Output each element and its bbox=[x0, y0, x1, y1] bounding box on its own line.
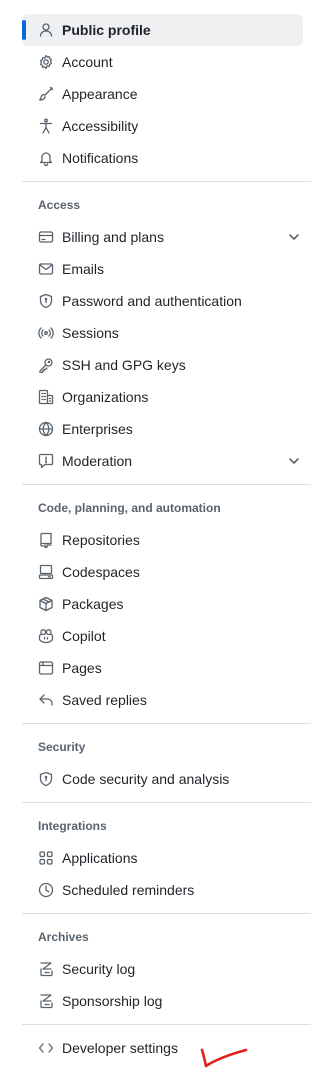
sidebar-item-accessibility[interactable]: Accessibility bbox=[22, 110, 311, 142]
browser-icon bbox=[38, 660, 54, 676]
package-icon bbox=[38, 596, 54, 612]
gear-icon bbox=[38, 54, 54, 70]
section-divider bbox=[22, 802, 311, 803]
section-divider bbox=[22, 1024, 311, 1025]
section-divider bbox=[22, 181, 311, 182]
sidebar-item-label: Saved replies bbox=[62, 692, 147, 708]
sidebar-item-sessions[interactable]: Sessions bbox=[22, 317, 311, 349]
accessibility-icon bbox=[38, 118, 54, 134]
person-icon bbox=[38, 22, 54, 38]
section-heading-integrations: Integrations bbox=[38, 819, 107, 833]
section-heading-code: Code, planning, and automation bbox=[38, 501, 221, 515]
sidebar-item-label: Developer settings bbox=[62, 1040, 178, 1056]
globe-icon bbox=[38, 421, 54, 437]
chevron-down-icon[interactable] bbox=[287, 454, 301, 468]
bell-icon bbox=[38, 150, 54, 166]
sidebar-item-organizations[interactable]: Organizations bbox=[22, 381, 311, 413]
sidebar-item-codespaces[interactable]: Codespaces bbox=[22, 556, 311, 588]
sidebar-item-label: Organizations bbox=[62, 389, 149, 405]
broadcast-icon bbox=[38, 325, 54, 341]
organization-icon bbox=[38, 389, 54, 405]
log-icon bbox=[38, 993, 54, 1009]
sidebar-item-repositories[interactable]: Repositories bbox=[22, 524, 311, 556]
sidebar-item-label: Enterprises bbox=[62, 421, 133, 437]
reply-icon bbox=[38, 692, 54, 708]
sidebar-item-label: Accessibility bbox=[62, 118, 139, 134]
sidebar-item-label: Pages bbox=[62, 660, 102, 676]
sidebar-item-emails[interactable]: Emails bbox=[22, 253, 311, 285]
sidebar-item-security-log[interactable]: Security log bbox=[22, 953, 311, 985]
section-divider bbox=[22, 723, 311, 724]
sidebar-item-password[interactable]: Password and authentication bbox=[22, 285, 311, 317]
sidebar-item-account[interactable]: Account bbox=[22, 46, 311, 78]
sidebar-item-moderation[interactable]: Moderation bbox=[22, 445, 311, 477]
section-heading-access: Access bbox=[38, 198, 81, 212]
section-heading-security: Security bbox=[38, 740, 86, 754]
code-icon bbox=[38, 1040, 54, 1056]
sidebar-item-label: Code security and analysis bbox=[62, 771, 230, 787]
sidebar-item-code-security[interactable]: Code security and analysis bbox=[22, 763, 311, 795]
sidebar-item-notifications[interactable]: Notifications bbox=[22, 142, 311, 174]
sidebar-item-ssh-gpg-keys[interactable]: SSH and GPG keys bbox=[22, 349, 311, 381]
sidebar-item-label: Applications bbox=[62, 850, 138, 866]
sidebar-item-label: Sponsorship log bbox=[62, 993, 163, 1009]
sidebar-item-label: Appearance bbox=[62, 86, 138, 102]
sidebar-item-enterprises[interactable]: Enterprises bbox=[22, 413, 311, 445]
repo-icon bbox=[38, 532, 54, 548]
copilot-icon bbox=[38, 628, 54, 644]
section-heading-archives: Archives bbox=[38, 930, 89, 944]
key-icon bbox=[38, 357, 54, 373]
sidebar-item-label: Security log bbox=[62, 961, 136, 977]
log-icon bbox=[38, 961, 54, 977]
paintbrush-icon bbox=[38, 86, 54, 102]
chevron-down-icon[interactable] bbox=[287, 230, 301, 244]
sidebar-item-billing[interactable]: Billing and plans bbox=[22, 221, 311, 253]
sidebar-item-label: Billing and plans bbox=[62, 229, 164, 245]
settings-sidebar: Public profile Account Appearance Access… bbox=[22, 0, 311, 1064]
codespaces-icon bbox=[38, 564, 54, 580]
sidebar-item-packages[interactable]: Packages bbox=[22, 588, 311, 620]
sidebar-item-label: Password and authentication bbox=[62, 293, 242, 309]
clock-icon bbox=[38, 882, 54, 898]
sidebar-item-label: Sessions bbox=[62, 325, 119, 341]
sidebar-item-pages[interactable]: Pages bbox=[22, 652, 311, 684]
sidebar-item-label: Emails bbox=[62, 261, 105, 277]
sidebar-item-public-profile[interactable]: Public profile bbox=[22, 14, 303, 46]
sidebar-item-label: Notifications bbox=[62, 150, 139, 166]
sidebar-item-label: Copilot bbox=[62, 628, 106, 644]
shield-lock-icon bbox=[38, 771, 54, 787]
credit-card-icon bbox=[38, 229, 54, 245]
sidebar-item-applications[interactable]: Applications bbox=[22, 842, 311, 874]
shield-lock-icon bbox=[38, 293, 54, 309]
sidebar-item-label: SSH and GPG keys bbox=[62, 357, 186, 373]
sidebar-item-label: Codespaces bbox=[62, 564, 140, 580]
active-indicator bbox=[22, 20, 26, 40]
apps-icon bbox=[38, 850, 54, 866]
sidebar-item-copilot[interactable]: Copilot bbox=[22, 620, 311, 652]
sidebar-item-label: Moderation bbox=[62, 453, 133, 469]
sidebar-item-label: Account bbox=[62, 54, 113, 70]
sidebar-item-sponsorship-log[interactable]: Sponsorship log bbox=[22, 985, 311, 1017]
sidebar-item-saved-replies[interactable]: Saved replies bbox=[22, 684, 311, 716]
sidebar-item-label: Scheduled reminders bbox=[62, 882, 195, 898]
mail-icon bbox=[38, 261, 54, 277]
section-divider bbox=[22, 484, 311, 485]
red-checkmark-annotation bbox=[200, 1048, 248, 1068]
sidebar-item-label: Repositories bbox=[62, 532, 140, 548]
sidebar-item-label: Packages bbox=[62, 596, 124, 612]
sidebar-item-scheduled-reminders[interactable]: Scheduled reminders bbox=[22, 874, 311, 906]
sidebar-item-label: Public profile bbox=[62, 22, 151, 38]
sidebar-item-developer-settings[interactable]: Developer settings bbox=[22, 1032, 311, 1064]
report-icon bbox=[38, 453, 54, 469]
sidebar-item-appearance[interactable]: Appearance bbox=[22, 78, 311, 110]
section-divider bbox=[22, 913, 311, 914]
